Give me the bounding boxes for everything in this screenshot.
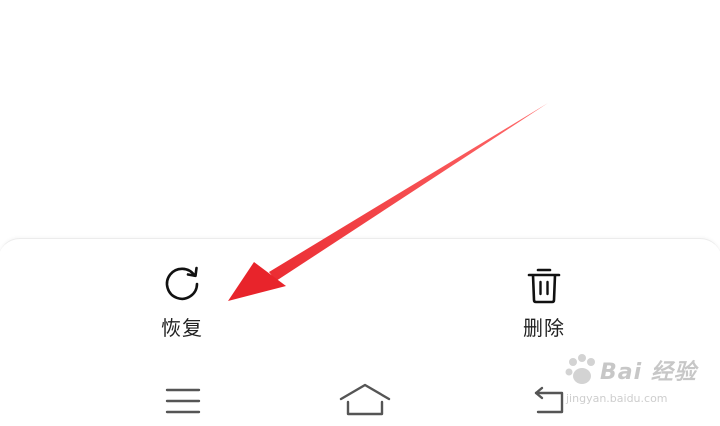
- restore-button[interactable]: 恢复: [137, 262, 227, 341]
- nav-home-button[interactable]: [338, 382, 392, 418]
- home-icon: [339, 383, 391, 416]
- nav-menu-button[interactable]: [165, 385, 201, 417]
- screen: 恢复 删除 Bai 经验 jingyan.baidu.com: [0, 0, 720, 426]
- restore-label: 恢复: [161, 316, 203, 340]
- delete-label: 删除: [523, 316, 565, 340]
- refresh-icon: [165, 266, 199, 301]
- paw-logo: [565, 354, 595, 384]
- delete-button[interactable]: 删除: [499, 262, 589, 341]
- watermark-url: jingyan.baidu.com: [566, 392, 668, 405]
- watermark-brand: Bai 经验: [600, 360, 697, 385]
- trash-icon: [527, 268, 561, 304]
- menu-icon: [165, 388, 201, 414]
- baidu-watermark: Bai 经验 jingyan.baidu.com: [560, 352, 710, 412]
